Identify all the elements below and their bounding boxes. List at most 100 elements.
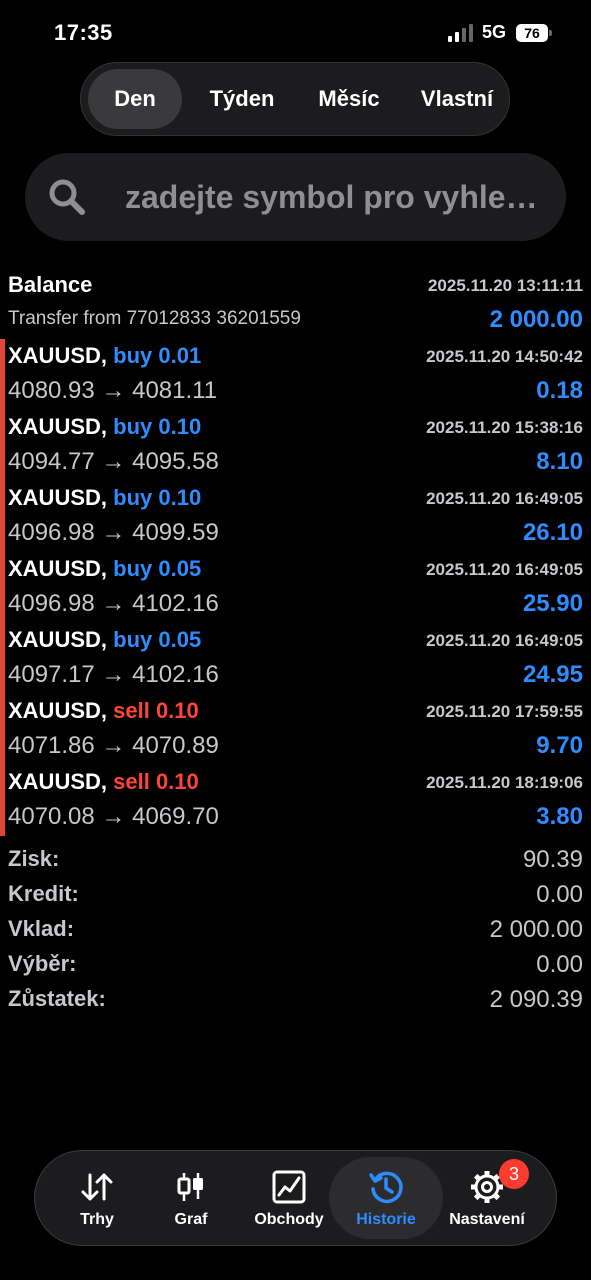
tab-label: Historie <box>356 1211 416 1228</box>
period-tab-week[interactable]: Týden <box>191 69 293 129</box>
deal-side: buy 0.10 <box>113 414 202 439</box>
summary-balance: Zůstatek: 2 090.39 <box>0 982 591 1017</box>
deal-date: 2025.11.20 16:49:05 <box>426 560 583 579</box>
summary-value: 2 000.00 <box>489 916 583 943</box>
deal-indicator-bar <box>0 552 5 623</box>
tab-label: Trhy <box>80 1211 114 1228</box>
deal-date: 2025.11.20 17:59:55 <box>426 702 583 721</box>
balance-amount: 2 000.00 <box>489 306 583 333</box>
period-tab-day[interactable]: Den <box>88 69 182 129</box>
deal-side: buy 0.01 <box>113 343 202 368</box>
deal-prices: 4097.17 → 4102.16 <box>8 661 219 688</box>
balance-entry[interactable]: Balance 2025.11.20 13:11:11 Transfer fro… <box>0 268 591 338</box>
deal-prices: 4096.98 → 4099.59 <box>8 519 219 546</box>
symbol-search-input[interactable] <box>125 171 555 223</box>
summary-label: Vklad: <box>8 916 75 941</box>
deal-profit: 26.10 <box>522 519 583 546</box>
deal-indicator-bar <box>0 410 5 481</box>
deal-side: sell 0.10 <box>113 769 199 794</box>
tab-label: Obchody <box>254 1211 324 1228</box>
tab-markets[interactable]: Trhy <box>47 1151 147 1245</box>
period-tab-custom[interactable]: Vlastní <box>407 69 507 129</box>
deal-indicator-bar <box>0 481 5 552</box>
status-time: 17:35 <box>54 20 113 45</box>
deal-row[interactable]: XAUUSD, buy 0.05 2025.11.20 16:49:05 409… <box>0 623 591 694</box>
deal-profit: 25.90 <box>522 590 583 617</box>
battery-tip <box>549 30 552 36</box>
deal-row[interactable]: XAUUSD, buy 0.01 2025.11.20 14:50:42 408… <box>0 339 591 410</box>
search-icon <box>49 179 85 215</box>
deal-indicator-bar <box>0 694 5 765</box>
arrows-updown-icon <box>81 1173 113 1201</box>
deal-prices: 4071.86 → 4070.89 <box>8 732 219 759</box>
summary-deposit: Vklad: 2 000.00 <box>0 912 591 947</box>
balance-description: Transfer from 77012833 36201559 <box>8 308 301 329</box>
deal-side: sell 0.10 <box>113 698 199 723</box>
deal-date: 2025.11.20 14:50:42 <box>426 347 583 366</box>
tab-label: Graf <box>174 1211 208 1228</box>
tab-chart[interactable]: Graf <box>141 1151 241 1245</box>
deal-indicator-bar <box>0 623 5 694</box>
deal-symbol: XAUUSD, buy 0.01 <box>8 343 202 368</box>
symbol-search-bar[interactable] <box>25 153 566 241</box>
summary-value: 90.39 <box>522 846 583 873</box>
deal-indicator-bar <box>0 765 5 836</box>
summary-label: Zisk: <box>8 846 60 871</box>
deal-symbol: XAUUSD, sell 0.10 <box>8 769 199 794</box>
summary-label: Zůstatek: <box>8 986 106 1011</box>
deal-profit: 24.95 <box>522 661 583 688</box>
deal-symbol: XAUUSD, buy 0.10 <box>8 414 202 439</box>
deal-symbol: XAUUSD, sell 0.10 <box>8 698 199 723</box>
summary-value: 0.00 <box>536 881 583 908</box>
deal-side: buy 0.10 <box>113 485 202 510</box>
deal-side: buy 0.05 <box>113 556 202 581</box>
deal-date: 2025.11.20 15:38:16 <box>426 418 583 437</box>
deal-profit: 9.70 <box>536 732 583 759</box>
deal-prices: 4096.98 → 4102.16 <box>8 590 219 617</box>
history-summary: Zisk: 90.39 Kredit: 0.00 Vklad: 2 000.00… <box>0 842 591 1017</box>
tab-settings[interactable]: Nastavení 3 <box>437 1151 537 1245</box>
tab-label: Nastavení <box>449 1211 525 1228</box>
deal-prices: 4070.08 → 4069.70 <box>8 803 219 830</box>
summary-profit: Zisk: 90.39 <box>0 842 591 877</box>
bottom-tab-bar: Trhy Graf Obchody Historie Nastavení 3 <box>34 1150 557 1246</box>
deal-prices: 4080.93 → 4081.11 <box>8 377 218 404</box>
deal-row[interactable]: XAUUSD, buy 0.10 2025.11.20 15:38:16 409… <box>0 410 591 481</box>
deal-row[interactable]: XAUUSD, sell 0.10 2025.11.20 17:59:55 40… <box>0 694 591 765</box>
deal-row[interactable]: XAUUSD, buy 0.05 2025.11.20 16:49:05 409… <box>0 552 591 623</box>
deal-symbol: XAUUSD, buy 0.05 <box>8 627 202 652</box>
period-segmented-control: Den Týden Měsíc Vlastní <box>80 62 510 136</box>
deal-symbol: XAUUSD, buy 0.05 <box>8 556 202 581</box>
summary-withdrawal: Výběr: 0.00 <box>0 947 591 982</box>
summary-label: Výběr: <box>8 951 77 976</box>
deal-date: 2025.11.20 16:49:05 <box>426 631 583 650</box>
deal-row[interactable]: XAUUSD, buy 0.10 2025.11.20 16:49:05 409… <box>0 481 591 552</box>
deal-prices: 4094.77 → 4095.58 <box>8 448 219 475</box>
balance-date: 2025.11.20 13:11:11 <box>427 276 583 295</box>
deal-date: 2025.11.20 18:19:06 <box>426 773 583 792</box>
status-bar: 17:35 5G 76 <box>0 0 591 60</box>
balance-title: Balance <box>8 272 93 297</box>
summary-value: 2 090.39 <box>489 986 583 1013</box>
candlestick-icon <box>177 1173 203 1201</box>
deal-indicator-bar <box>0 339 5 410</box>
deal-profit: 0.18 <box>536 377 583 404</box>
signal-icon <box>448 24 473 42</box>
tab-trades[interactable]: Obchody <box>239 1151 339 1245</box>
tab-history[interactable]: Historie <box>329 1151 443 1245</box>
deal-date: 2025.11.20 16:49:05 <box>426 489 583 508</box>
battery-icon: 76 <box>516 24 548 42</box>
notification-badge: 3 <box>499 1159 529 1189</box>
deal-symbol: XAUUSD, buy 0.10 <box>8 485 202 510</box>
deal-profit: 8.10 <box>536 448 583 475</box>
deal-side: buy 0.05 <box>113 627 202 652</box>
history-clock-icon <box>369 1171 403 1204</box>
deal-row[interactable]: XAUUSD, sell 0.10 2025.11.20 18:19:06 40… <box>0 765 591 836</box>
network-type: 5G <box>482 22 507 42</box>
summary-value: 0.00 <box>536 951 583 978</box>
deal-profit: 3.80 <box>536 803 583 830</box>
trade-chart-icon <box>272 1170 306 1204</box>
period-tab-month[interactable]: Měsíc <box>299 69 399 129</box>
summary-credit: Kredit: 0.00 <box>0 877 591 912</box>
summary-label: Kredit: <box>8 881 79 906</box>
